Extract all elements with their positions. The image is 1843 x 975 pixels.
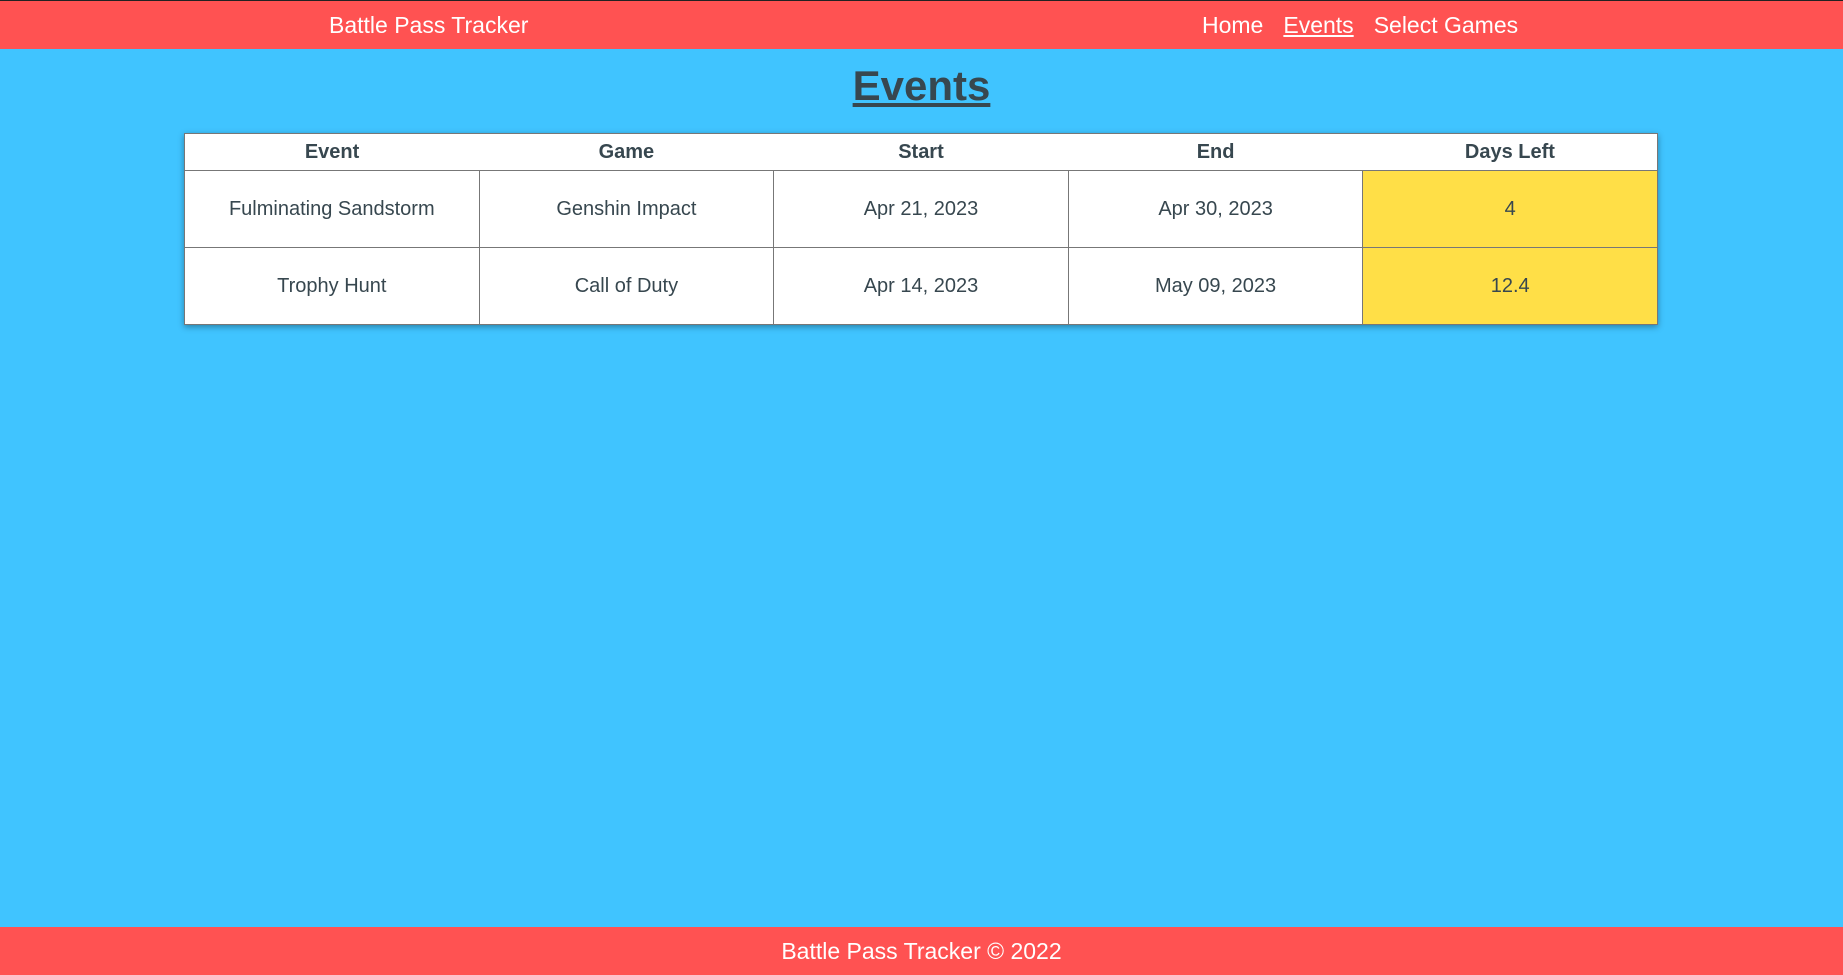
cell-game: Call of Duty bbox=[478, 247, 775, 325]
table-row: Fulminating Sandstorm Genshin Impact Apr… bbox=[184, 170, 1658, 248]
cell-event: Fulminating Sandstorm bbox=[184, 170, 480, 248]
cell-event: Trophy Hunt bbox=[184, 247, 480, 325]
brand-link[interactable]: Battle Pass Tracker bbox=[329, 12, 528, 38]
nav-links: Home Events Select Games bbox=[1202, 12, 1518, 38]
nav-link-events[interactable]: Events bbox=[1283, 12, 1353, 38]
top-navbar: Battle Pass Tracker Home Events Select G… bbox=[0, 0, 1843, 49]
events-table: Event Game Start End Days Left Fulminati… bbox=[184, 133, 1658, 325]
column-header-days-left: Days Left bbox=[1362, 133, 1658, 171]
table-header-row: Event Game Start End Days Left bbox=[184, 133, 1658, 171]
cell-days-left: 12.4 bbox=[1362, 247, 1658, 325]
page-title: Events bbox=[852, 62, 991, 109]
page-footer: Battle Pass Tracker © 2022 bbox=[0, 927, 1843, 975]
cell-end: May 09, 2023 bbox=[1067, 247, 1364, 325]
nav-link-select-games[interactable]: Select Games bbox=[1374, 12, 1518, 38]
column-header-event: Event bbox=[184, 133, 480, 171]
table-row: Trophy Hunt Call of Duty Apr 14, 2023 Ma… bbox=[184, 247, 1658, 325]
column-header-start: Start bbox=[773, 133, 1069, 171]
cell-start: Apr 21, 2023 bbox=[773, 170, 1069, 248]
column-header-game: Game bbox=[479, 133, 774, 171]
cell-end: Apr 30, 2023 bbox=[1067, 170, 1364, 248]
cell-game: Genshin Impact bbox=[478, 170, 775, 248]
cell-start: Apr 14, 2023 bbox=[773, 247, 1069, 325]
nav-link-home[interactable]: Home bbox=[1202, 12, 1263, 38]
column-header-end: End bbox=[1068, 133, 1363, 171]
cell-days-left: 4 bbox=[1362, 170, 1658, 248]
